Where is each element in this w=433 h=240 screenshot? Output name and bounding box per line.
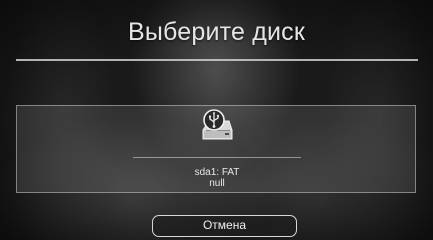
dialog-title: Выберите диск [127, 18, 306, 46]
usb-drive-icon [202, 109, 233, 140]
cancel-button[interactable]: Отмена [152, 215, 297, 237]
disk-name: sda1: FAT [194, 167, 240, 178]
title-divider [16, 59, 418, 61]
disk-list: sda1: FAT null [16, 105, 416, 193]
disk-item-divider [133, 157, 301, 158]
disk-item-sda1[interactable]: sda1: FAT null [131, 106, 303, 194]
disk-select-screen: Выберите диск sda1: FAT null Отмена [0, 0, 433, 240]
disk-label: null [209, 178, 225, 189]
